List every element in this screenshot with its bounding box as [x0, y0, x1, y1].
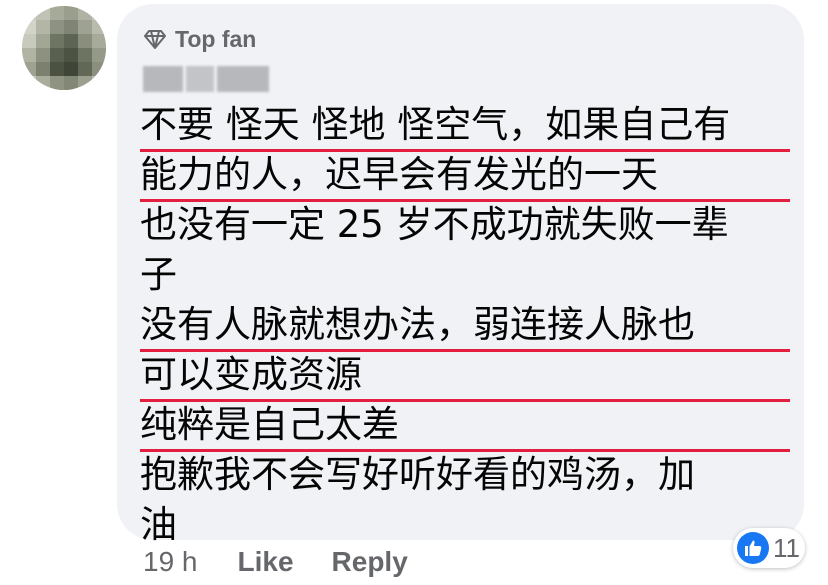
comment-line: 不要 怪天 怪地 怪空气，如果自己有	[140, 100, 790, 152]
timestamp[interactable]: 19 h	[143, 546, 198, 578]
comment-line: 纯粹是自己太差	[140, 400, 790, 452]
comment-text: 不要 怪天 怪地 怪空气，如果自己有 能力的人，迟早会有发光的一天 也没有一定 …	[140, 100, 790, 550]
comment-line: 也没有一定 25 岁不成功就失败一辈	[140, 203, 729, 246]
comment-line: 没有人脉就想办法，弱连接人脉也	[140, 300, 790, 352]
reaction-count: 11	[773, 532, 800, 563]
comment-actions: 19 h Like Reply	[143, 544, 408, 580]
like-button[interactable]: Like	[238, 546, 294, 578]
comment-line: 油	[140, 503, 177, 546]
top-fan-badge: Top fan	[143, 24, 256, 54]
thumbs-up-icon	[737, 532, 769, 564]
comment-line: 子	[140, 253, 177, 296]
comment-line: 能力的人，迟早会有发光的一天	[140, 150, 790, 202]
comment-line: 抱歉我不会写好听好看的鸡汤，加	[140, 453, 695, 496]
author-name-blurred[interactable]	[143, 66, 269, 92]
reactions-summary[interactable]: 11	[733, 528, 805, 568]
diamond-icon	[144, 30, 166, 49]
comment-line: 可以变成资源	[140, 350, 790, 402]
avatar[interactable]	[22, 6, 106, 90]
reply-button[interactable]: Reply	[332, 546, 408, 578]
avatar-pixelated-image	[22, 6, 106, 90]
top-fan-label: Top fan	[175, 25, 257, 52]
